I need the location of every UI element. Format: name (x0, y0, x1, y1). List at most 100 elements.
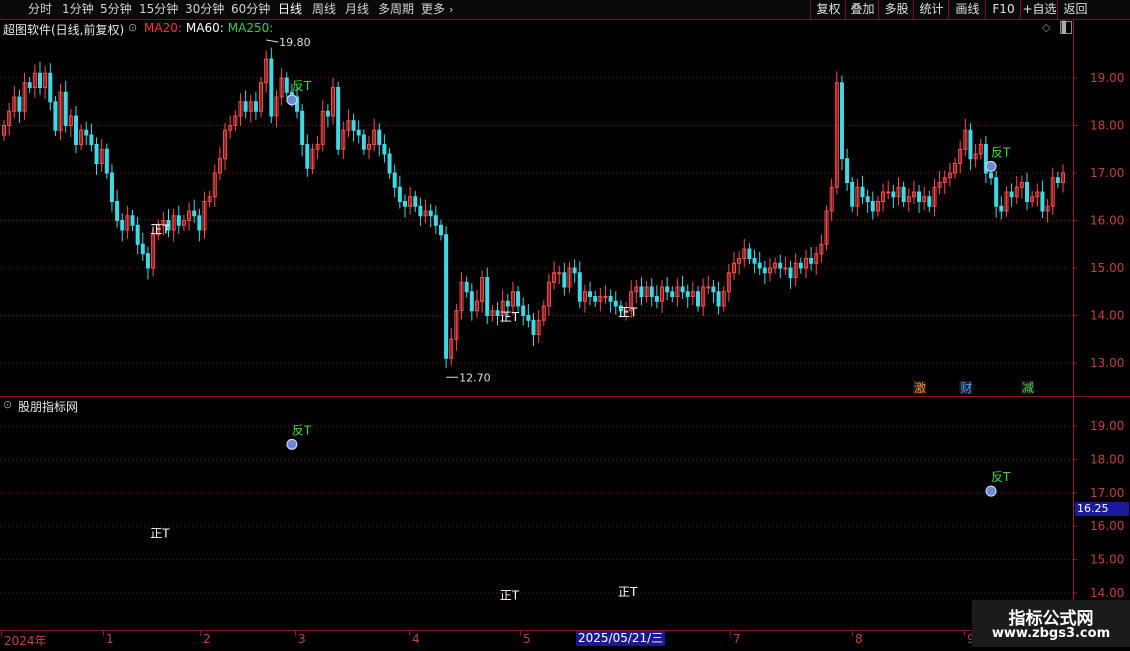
signal-label: 正T (618, 305, 638, 319)
candle-body (860, 186, 865, 198)
period-tab-4[interactable]: 30分钟 (185, 0, 224, 19)
candle-body (402, 201, 407, 207)
candle-body (783, 267, 788, 270)
candle-body (1055, 177, 1060, 183)
candle-body (444, 234, 449, 359)
dropdown-circle-icon[interactable]: ⊙ (3, 398, 12, 411)
candle-body (469, 291, 474, 312)
period-tab-2[interactable]: 5分钟 (100, 0, 132, 19)
candle-body (901, 186, 906, 202)
candle-body (300, 110, 305, 145)
event-badge-0[interactable]: 激 (914, 381, 926, 395)
period-tab-6[interactable]: 日线 (278, 0, 302, 19)
indicator-signal-label: 反T (991, 470, 1011, 484)
toolbar-button-3[interactable]: 统计 (913, 0, 949, 19)
candle-body (351, 120, 356, 131)
toolbar-button-7[interactable]: 返回 (1057, 0, 1093, 19)
candle-body (557, 272, 562, 275)
indicator-svg[interactable]: 19.00 18.00 17.00 16.00 15.00 14.00 正T 反T 正T 正T 反T (0, 397, 1130, 630)
signal-label: 反T (292, 79, 312, 93)
time-label-5: 5 (523, 632, 531, 646)
candle-body (17, 96, 22, 112)
candle-body (845, 158, 850, 183)
time-tick (520, 631, 521, 636)
toolbar-button-1[interactable]: 叠加 (845, 0, 879, 19)
kline-chart-svg[interactable]: 19.00 18.00 17.00 16.00 15.00 14.00 13.00 19.80… (0, 20, 1130, 396)
period-tab-7[interactable]: 周线 (312, 0, 336, 19)
period-tab-9[interactable]: 多周期 (378, 0, 414, 19)
candle-body (438, 224, 443, 236)
candle-body (387, 153, 392, 174)
candle-body (757, 262, 762, 269)
toolbar-button-0[interactable]: 复权 (810, 0, 846, 19)
signal-label: 正T (150, 222, 170, 236)
candle-body (305, 144, 310, 169)
period-tab-1[interactable]: 1分钟 (62, 0, 94, 19)
toolbar-button-5[interactable]: F10 (985, 0, 1021, 19)
candle-body (197, 215, 202, 231)
y-tick-label: 19.00 (1090, 71, 1124, 85)
y-tick-label: 13.00 (1090, 356, 1124, 370)
period-tab-10[interactable]: 更多 (421, 0, 445, 19)
toolbar-button-4[interactable]: 画线 (948, 0, 986, 19)
period-tab-5[interactable]: 60分钟 (231, 0, 270, 19)
panel-toggle-icon[interactable]: ▌ (1060, 21, 1072, 34)
watermark-url: www.zbgs3.com (991, 626, 1111, 641)
period-tab-8[interactable]: 月线 (345, 0, 369, 19)
ma-label-0: MA20: (144, 21, 182, 35)
signal-label: 正T (500, 310, 520, 324)
signal-badge-icon (985, 485, 997, 497)
candle-body (413, 196, 418, 207)
candle-body (999, 205, 1004, 212)
time-axis: 2024年 1 2 3 4 5 7 8 9 2025/05/21/三 (0, 630, 1130, 651)
indicator-signal-label: 正T (500, 588, 520, 602)
y-tick-label: 19.00 (1090, 419, 1124, 433)
toolbar-button-6[interactable]: +自选 (1020, 0, 1058, 19)
indicator-signal-label: 正T (150, 527, 170, 541)
y-tick-label: 16.00 (1090, 214, 1124, 228)
candle-body (284, 77, 289, 93)
candle-body (397, 186, 402, 202)
indicator-title: 股朋指标网 (18, 400, 79, 414)
toolbar-button-2[interactable]: 多股 (878, 0, 914, 19)
candle-body (696, 291, 701, 307)
candle-body (839, 82, 844, 160)
time-label-1: 1 (106, 632, 114, 646)
kline-chart-pane[interactable]: 19.00 18.00 17.00 16.00 15.00 14.00 13.00 19.80… (0, 20, 1130, 396)
candle-body (654, 296, 659, 302)
candle-body (603, 296, 608, 298)
time-tick (200, 631, 201, 636)
event-badge-2[interactable]: 减 (1022, 381, 1034, 395)
candle-body (382, 144, 387, 155)
y-tick-label: 14.00 (1090, 586, 1124, 600)
chevron-right-icon[interactable]: › (449, 0, 453, 19)
y-tick-label: 17.00 (1090, 166, 1124, 180)
candle-body (613, 300, 618, 307)
candle-body (891, 191, 896, 198)
indicator-pane[interactable]: 19.00 18.00 17.00 16.00 15.00 14.00 正T 反T 正T 正T 反T… (0, 397, 1130, 630)
candle-body (130, 215, 135, 226)
dropdown-circle-icon[interactable]: ⊙ (128, 21, 137, 34)
candle-body (572, 267, 577, 274)
y-tick-label: 18.00 (1090, 119, 1124, 133)
candle-body (747, 248, 752, 259)
candle-body (516, 291, 521, 307)
candle-body (418, 205, 423, 217)
time-tick (1, 631, 2, 636)
watermark-logo: 指标公式网 www.zbgs3.com (972, 600, 1130, 647)
period-tab-3[interactable]: 15分钟 (139, 0, 178, 19)
candle-body (870, 201, 875, 212)
candle-body (243, 101, 248, 112)
candle-body (53, 101, 58, 131)
candle-body (428, 210, 433, 217)
period-tab-0[interactable]: 分时 (28, 0, 52, 19)
candle-body (336, 87, 341, 150)
candle-body (968, 129, 973, 160)
diamond-icon[interactable]: ◇ (1042, 21, 1050, 34)
candle-body (84, 129, 89, 136)
event-badge-1[interactable]: 财 (960, 381, 972, 395)
candle-body (63, 91, 68, 126)
candle-body (850, 182, 855, 207)
candle-body (73, 115, 78, 145)
high-price-label: 19.80 (279, 36, 311, 49)
